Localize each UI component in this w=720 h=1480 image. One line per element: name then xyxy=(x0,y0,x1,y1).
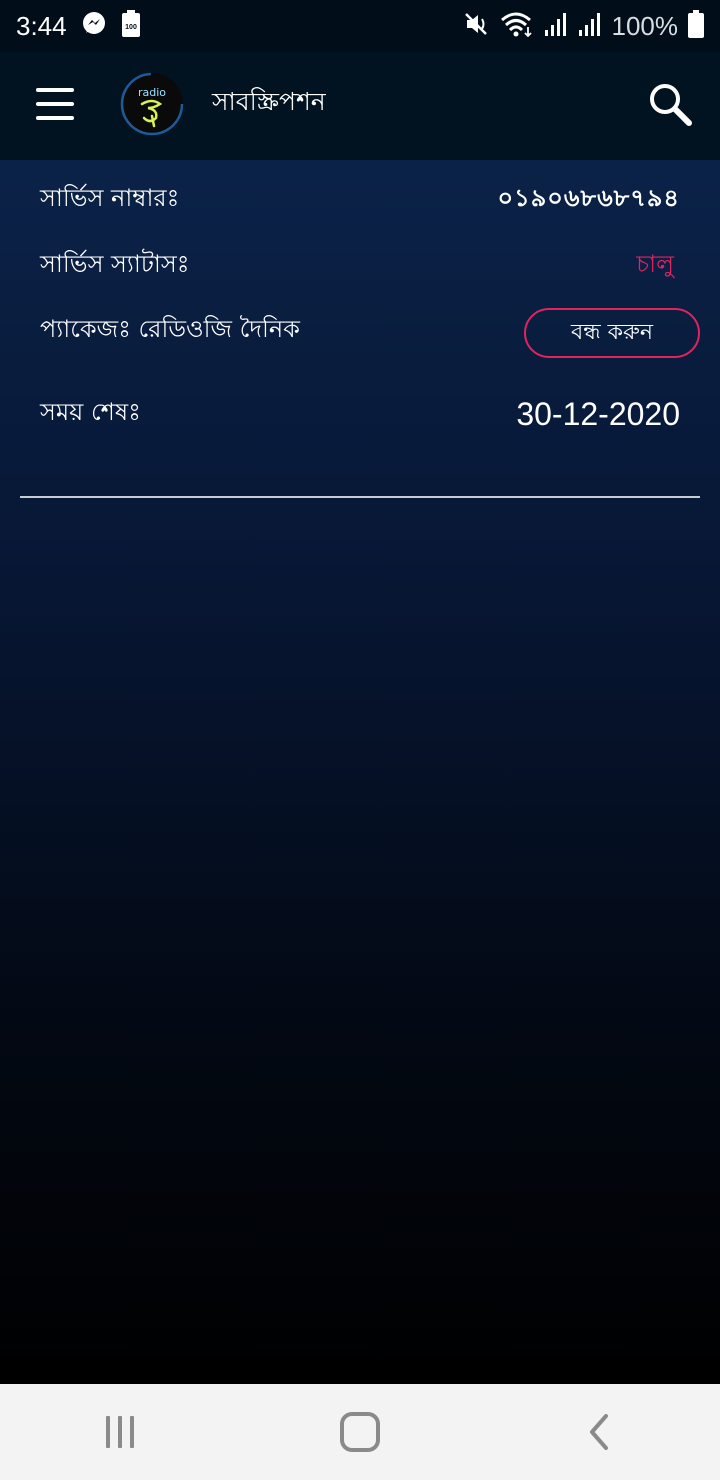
screen: 3:44 100 100% radio সাবস্ক্রিপশন সার্ভিস… xyxy=(0,0,720,1480)
service-number-label: সার্ভিস নাম্বারঃ xyxy=(40,184,180,212)
wifi-icon xyxy=(500,11,534,41)
service-status-value: চালু xyxy=(636,250,674,278)
signal-icon xyxy=(544,11,568,41)
service-number-value: ০১৯০৬৮৬৮৭৯৪ xyxy=(497,184,680,212)
menu-icon xyxy=(36,88,74,92)
messenger-icon xyxy=(81,11,107,41)
service-number-row: সার্ভিস নাম্বারঃ ০১৯০৬৮৬৮৭৯৪ xyxy=(40,180,680,220)
status-time: 3:44 xyxy=(16,10,67,41)
package-label: প্যাকেজঃ রেডিওজি দৈনিক xyxy=(40,315,300,343)
expiry-row: সময় শেষঃ 30-12-2020 xyxy=(40,392,680,436)
service-status-row: সার্ভিস স্যাটাসঃ চালু xyxy=(40,246,680,286)
home-button[interactable] xyxy=(330,1402,390,1462)
status-bar-left: 3:44 100 xyxy=(16,10,141,42)
stop-subscription-button[interactable]: বন্ধ করুন xyxy=(524,308,700,358)
expiry-label: সময় শেষঃ xyxy=(40,398,141,426)
battery-percentage: 100% xyxy=(611,10,679,41)
subscription-panel: সার্ভিস নাম্বারঃ ০১৯০৬৮৬৮৭৯৪ সার্ভিস স্য… xyxy=(0,160,720,1384)
app-logo: radio xyxy=(120,72,184,136)
battery-icon xyxy=(688,10,704,42)
status-bar: 3:44 100 100% xyxy=(0,0,720,52)
navigation-bar xyxy=(0,1384,720,1480)
recent-apps-button[interactable] xyxy=(90,1402,150,1462)
signal-icon xyxy=(578,11,602,41)
back-icon xyxy=(590,1414,608,1450)
svg-text:100: 100 xyxy=(125,24,137,31)
search-icon xyxy=(650,84,692,126)
expiry-value: 30-12-2020 xyxy=(516,395,680,432)
recent-apps-icon xyxy=(106,1416,134,1448)
page-title: সাবস্ক্রিপশন xyxy=(212,87,326,116)
battery-saver-icon: 100 xyxy=(121,10,141,42)
menu-button[interactable] xyxy=(30,82,80,126)
app-bar: radio সাবস্ক্রিপশন xyxy=(0,52,720,160)
service-status-label: সার্ভিস স্যাটাসঃ xyxy=(40,250,190,278)
divider xyxy=(20,496,700,498)
mute-icon xyxy=(464,11,490,41)
svg-text:radio: radio xyxy=(138,86,166,99)
status-bar-right: 100% xyxy=(464,10,704,42)
search-button[interactable] xyxy=(646,80,694,128)
back-button[interactable] xyxy=(570,1402,630,1462)
home-icon xyxy=(340,1412,380,1452)
